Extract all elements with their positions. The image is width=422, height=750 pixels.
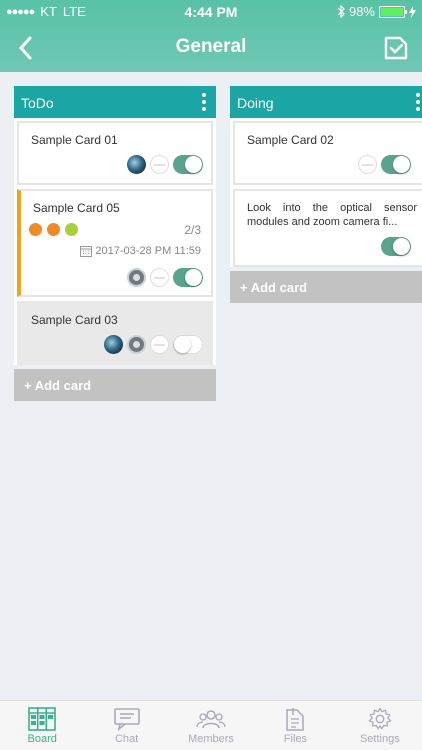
tab-files[interactable]: Files [253,701,337,750]
column-header: Doing [230,86,422,118]
card-sample-01[interactable]: Sample Card 01 [17,121,213,185]
member-avatar[interactable] [150,155,169,174]
add-card-button[interactable]: + Add card [14,369,216,401]
label-dot [47,223,60,236]
column-header: ToDo [14,86,216,118]
card-title: Sample Card 02 [247,133,334,147]
column-doing: Doing Sample Card 02 Look into the optic… [230,86,422,303]
tab-label: Members [188,733,234,745]
tab-members[interactable]: Members [169,701,253,750]
top-bar: ●●●●● KT LTE 4:44 PM 98% General [0,0,422,72]
card-optical-sensor[interactable]: Look into the optical sensor modules and… [233,189,422,267]
charging-bolt-icon [409,5,416,18]
card-toggle[interactable] [173,268,203,287]
tab-label: Board [27,733,57,745]
check-document-icon [384,36,408,60]
page-title: General [175,36,247,57]
card-title: Sample Card 05 [33,201,120,215]
member-avatar[interactable] [127,335,146,354]
status-bar: ●●●●● KT LTE 4:44 PM 98% [0,0,422,24]
column-title: Doing [237,95,274,111]
column-title: ToDo [21,95,54,111]
member-avatar[interactable] [127,155,146,174]
member-avatar[interactable] [150,335,169,354]
calendar-icon [80,246,93,257]
member-avatar[interactable] [358,155,377,174]
more-vertical-icon [202,93,206,97]
member-avatar[interactable] [127,268,146,287]
checklist-progress: 2/3 [184,223,201,237]
tab-settings[interactable]: Settings [338,701,422,750]
card-title: Look into the optical sensor modules and… [247,202,417,228]
gear-icon [368,707,392,730]
column-todo: ToDo Sample Card 01 Sample Card 05 2/3 2… [14,86,216,401]
due-date-text: 2017-03-28 PM 11:59 [95,245,201,257]
column-menu-button[interactable] [416,93,422,111]
member-avatar[interactable] [150,268,169,287]
chat-icon [113,708,140,731]
card-sample-05[interactable]: Sample Card 05 2/3 2017-03-28 PM 11:59 [17,189,213,297]
column-menu-button[interactable] [202,93,208,111]
member-avatar[interactable] [104,335,123,354]
card-toggle[interactable] [173,335,203,354]
card-title: Sample Card 03 [31,313,118,327]
tab-chat[interactable]: Chat [84,701,168,750]
label-dot [65,223,78,236]
tab-label: Files [283,733,308,745]
tab-board[interactable]: Board [0,701,84,750]
save-board-button[interactable] [382,34,410,62]
more-vertical-icon [416,93,420,97]
add-card-button[interactable]: + Add card [230,271,422,303]
due-date: 2017-03-28 PM 11:59 [80,245,201,257]
bottom-tab-bar: Board Chat Members Files Settings [0,700,422,750]
card-toggle[interactable] [381,237,411,256]
battery-icon [379,5,407,18]
card-labels [29,223,78,236]
label-dot [29,223,42,236]
battery-percent: 98% [348,4,375,19]
card-sample-02[interactable]: Sample Card 02 [233,121,422,185]
bluetooth-icon [337,5,345,18]
card-title: Sample Card 01 [31,133,118,147]
members-icon [196,710,226,729]
card-sample-03[interactable]: Sample Card 03 [17,301,213,365]
column-body: Sample Card 02 Look into the optical sen… [230,118,422,267]
tab-label: Settings [359,733,400,745]
card-toggle[interactable] [381,155,411,174]
tab-label: Chat [114,733,139,745]
files-icon [286,708,305,731]
board-icon [28,707,57,731]
column-body: Sample Card 01 Sample Card 05 2/3 2017-0 [14,118,216,365]
card-toggle[interactable] [173,155,203,174]
